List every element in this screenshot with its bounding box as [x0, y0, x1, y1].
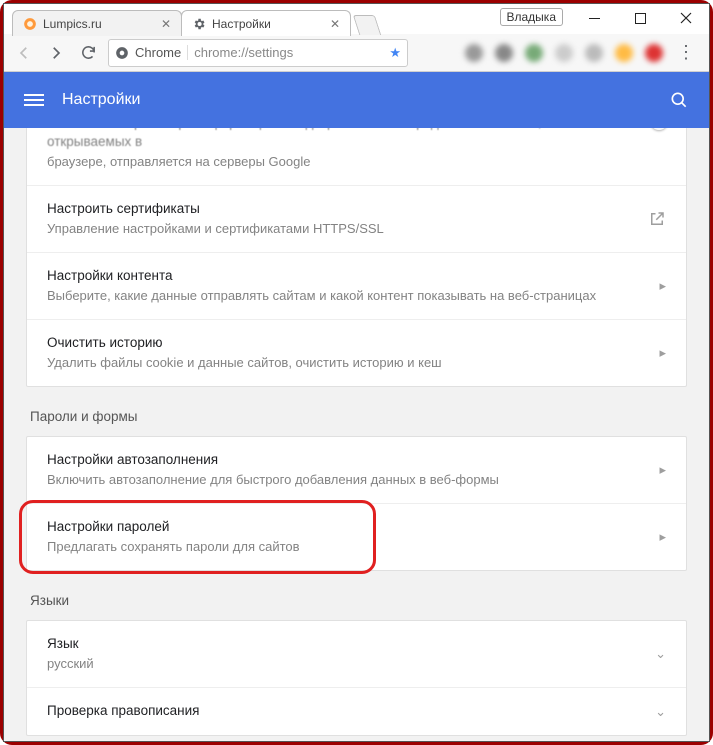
minimize-button[interactable]: [571, 4, 617, 32]
chevron-right-icon: ▸: [659, 529, 666, 545]
extension-icon[interactable]: [525, 44, 543, 62]
row-sub: Выберите, какие данные отправлять сайтам…: [47, 287, 647, 305]
forward-button[interactable]: [44, 41, 68, 65]
maximize-button[interactable]: [617, 4, 663, 32]
settings-header: Настройки: [4, 72, 709, 128]
row-title-partial: Безопасный просмотр. Информация о подозр…: [47, 128, 620, 152]
url-text: chrome://settings: [194, 45, 293, 60]
origin-label: Chrome: [135, 45, 188, 60]
browser-toolbar: Chrome chrome://settings ★ ⋮: [4, 34, 709, 72]
lumpics-favicon: [23, 17, 37, 31]
extension-icons: [465, 44, 663, 62]
reload-button[interactable]: [76, 41, 100, 65]
settings-favicon: [192, 17, 206, 31]
chevron-down-icon: ⌄: [655, 704, 666, 720]
bookmark-star-icon[interactable]: ★: [389, 45, 401, 61]
search-icon[interactable]: [669, 90, 689, 110]
menu-icon[interactable]: [24, 94, 44, 106]
extension-icon[interactable]: [465, 44, 483, 62]
privacy-card: Безопасный просмотр. Информация о подозр…: [26, 128, 687, 387]
row-title: Язык: [47, 635, 643, 654]
external-link-icon: [648, 210, 666, 228]
close-icon[interactable]: ✕: [161, 17, 171, 31]
row-title: Проверка правописания: [47, 702, 643, 721]
passwords-card: Настройки автозаполнения Включить автоза…: [26, 436, 687, 571]
row-sub: Предлагать сохранять пароли для сайтов: [47, 538, 647, 556]
chevron-right-icon: ▸: [659, 345, 666, 361]
browser-menu-button[interactable]: ⋮: [671, 42, 701, 63]
row-title: Настройки автозаполнения: [47, 451, 647, 470]
row-sub: браузере, отправляется на серверы Google: [47, 153, 620, 171]
chevron-down-icon: ⌄: [655, 646, 666, 662]
row-sub: русский: [47, 655, 643, 673]
tab-title: Настройки: [212, 17, 271, 31]
languages-card: Язык русский ⌄ Проверка правописания ⌄: [26, 620, 687, 736]
row-passwords[interactable]: Настройки паролей Предлагать сохранять п…: [27, 503, 686, 570]
row-clear-history[interactable]: Очистить историю Удалить файлы cookie и …: [27, 319, 686, 386]
tab-settings[interactable]: Настройки ✕: [181, 10, 351, 36]
settings-content[interactable]: Безопасный просмотр. Информация о подозр…: [4, 128, 709, 741]
page-title: Настройки: [62, 91, 140, 109]
close-icon[interactable]: ✕: [330, 17, 340, 31]
extension-icon[interactable]: [585, 44, 603, 62]
chrome-icon: [115, 46, 129, 60]
row-sub: Включить автозаполнение для быстрого доб…: [47, 471, 647, 489]
row-spellcheck[interactable]: Проверка правописания ⌄: [27, 687, 686, 735]
close-window-button[interactable]: [663, 4, 709, 32]
row-content-settings[interactable]: Настройки контента Выберите, какие данны…: [27, 252, 686, 319]
section-passwords-forms: Пароли и формы: [26, 387, 687, 436]
row-sub: Удалить файлы cookie и данные сайтов, оч…: [47, 354, 647, 372]
back-button[interactable]: [12, 41, 36, 65]
address-bar[interactable]: Chrome chrome://settings ★: [108, 39, 408, 67]
new-tab-button[interactable]: [353, 15, 381, 35]
row-title: Настройки контента: [47, 267, 647, 286]
row-language[interactable]: Язык русский ⌄: [27, 621, 686, 687]
extension-icon[interactable]: [645, 44, 663, 62]
profile-badge[interactable]: Владыка: [500, 8, 564, 26]
tab-title: Lumpics.ru: [43, 17, 102, 31]
row-autofill[interactable]: Настройки автозаполнения Включить автоза…: [27, 437, 686, 503]
section-languages: Языки: [26, 571, 687, 620]
chevron-right-icon: ▸: [659, 462, 666, 478]
row-title: Настройки паролей: [47, 518, 647, 537]
window-controls: [571, 4, 709, 32]
tab-lumpics[interactable]: Lumpics.ru ✕: [12, 10, 182, 36]
extension-icon[interactable]: [615, 44, 633, 62]
row-sub: Управление настройками и сертификатами H…: [47, 220, 636, 238]
partial-row[interactable]: Безопасный просмотр. Информация о подозр…: [27, 128, 686, 185]
extension-icon[interactable]: [495, 44, 513, 62]
row-title: Настроить сертификаты: [47, 200, 636, 219]
browser-tabs: Lumpics.ru ✕ Настройки ✕: [4, 4, 378, 36]
row-title: Очистить историю: [47, 334, 647, 353]
row-certificates[interactable]: Настроить сертификаты Управление настрой…: [27, 185, 686, 252]
chevron-right-icon: ▸: [659, 278, 666, 294]
window-titlebar: Lumpics.ru ✕ Настройки ✕ Владыка: [4, 4, 709, 34]
extension-icon[interactable]: [555, 44, 573, 62]
